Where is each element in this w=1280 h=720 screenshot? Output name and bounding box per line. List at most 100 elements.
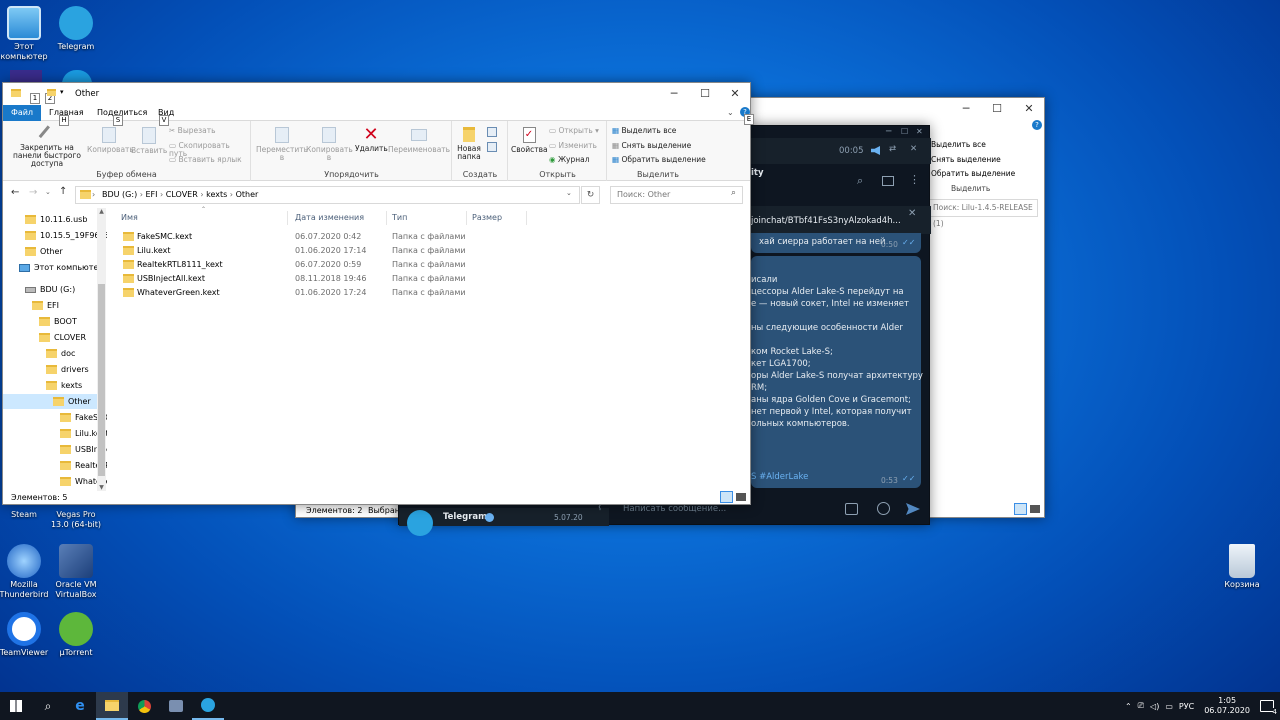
back-icon[interactable]: ← [11,187,19,198]
new-item-icon[interactable] [487,127,497,137]
nav-scrollbar[interactable]: ▲ ▼ [97,208,106,491]
qat-folder-icon[interactable] [47,88,60,98]
desktop-icon-vegas[interactable]: Vegas Pro 13.0 (64-bit) [48,510,104,530]
close-player-icon[interactable]: ✕ [910,144,917,154]
forward-icon[interactable]: → [29,187,37,198]
column-size[interactable]: Размер [472,213,502,222]
help-icon[interactable]: ? [1032,120,1042,130]
taskbar-explorer[interactable] [96,692,128,720]
search-icon[interactable]: ⌕ [857,174,863,188]
taskbar-edge[interactable]: e [64,692,96,720]
close-button[interactable]: ✕ [720,83,750,105]
details-view-icon[interactable] [1014,503,1027,515]
tiles-view-icon[interactable] [1030,505,1040,513]
search-input[interactable]: Поиск: Lilu-1.4.5-RELEASE (1) [928,199,1038,228]
minimize-button[interactable]: ─ [886,127,891,137]
post-hashtag[interactable]: S #AlderLake [751,472,808,482]
column-name[interactable]: Имя [121,213,138,222]
close-button[interactable]: ✕ [1014,98,1044,120]
scroll-down-icon[interactable]: ▼ [97,484,106,491]
repeat-icon[interactable]: ⇄ [889,144,896,154]
file-row[interactable]: Lilu.kext 01.06.2020 17:14 Папка с файлами [111,244,481,258]
pin-quick-access-button[interactable]: Закрепить на панели быстрого доступа [7,125,87,168]
desktop-icon-virtualbox[interactable]: Oracle VM VirtualBox [48,544,104,600]
recent-locations-icon[interactable]: ⌄ [45,188,51,196]
copy-to-button[interactable]: Копировать в [306,127,353,162]
desktop-icon-thunderbird[interactable]: Mozilla Thunderbird [0,544,52,600]
close-button[interactable]: ✕ [916,127,923,136]
breadcrumb-item[interactable]: BDU (G:) [102,190,137,199]
cut-button[interactable]: ✂ Вырезать [169,127,216,135]
breadcrumb-separator-icon[interactable]: › [158,190,166,199]
minimize-button[interactable]: ─ [659,83,689,105]
nav-item[interactable]: EFI [32,298,59,313]
maximize-button[interactable]: ☐ [690,83,720,105]
search-button[interactable]: ⌕ [32,692,64,720]
nav-item[interactable]: 10.11.6.usb [25,212,87,227]
column-type[interactable]: Тип [392,213,407,222]
address-dropdown-icon[interactable]: ⌄ [566,189,572,197]
maximize-button[interactable]: ☐ [982,98,1012,120]
tab-file[interactable]: Файл [3,105,41,121]
refresh-icon[interactable]: ↻ [581,186,600,204]
tiles-view-icon[interactable] [736,493,746,501]
sidebar-toggle-icon[interactable] [882,176,894,186]
navigation-pane[interactable]: 10.11.6.usb 10.15.5_19F96_5k Other Этот ком… [3,208,107,491]
breadcrumb-item[interactable]: Other [236,190,259,199]
column-divider[interactable] [466,211,467,225]
start-button[interactable] [0,692,32,720]
notification-icon[interactable]: 4 [1260,700,1277,716]
desktop-icon-telegram[interactable]: Telegram [48,6,104,52]
breadcrumb-item[interactable]: kexts [206,190,227,199]
delete-button[interactable]: ✕ Удалить [355,125,388,153]
file-list[interactable]: ⌃ Имя Дата изменения Тип Размер FakeSMC.… [111,206,748,491]
column-divider[interactable] [386,211,387,225]
scroll-up-icon[interactable]: ▲ [97,208,106,215]
select-all-button[interactable]: Выделить все [931,138,1015,153]
file-row[interactable]: RealtekRTL8111_kext 06.07.2020 0:59 Папка … [111,258,481,272]
breadcrumb-separator-icon[interactable]: › [227,190,235,199]
nav-item[interactable]: kexts [46,378,82,393]
edit-button[interactable]: ▭ Изменить [549,142,597,150]
network-icon[interactable]: ⎚ [1138,701,1144,711]
desktop-icon-this-pc[interactable]: Этот компьютер [0,6,52,62]
easy-access-icon[interactable] [487,142,497,152]
pinned-link[interactable]: joinchat/BTbf41FsS3nyAlzokad4h... [751,216,901,226]
breadcrumb-item[interactable]: EFI [145,190,157,199]
address-bar[interactable]: › BDU (G:) › EFI › CLOVER › kexts › Othe… [75,186,580,204]
minimize-button[interactable]: ─ [951,98,981,120]
nav-item[interactable]: Other [25,244,63,259]
message-input[interactable]: Написать сообщение... [623,504,726,514]
nav-item[interactable]: Other [3,394,97,409]
nav-item[interactable]: CLOVER [39,330,86,345]
details-view-icon[interactable] [720,491,733,503]
select-none-button[interactable]: ▦ Снять выделение [612,142,691,150]
desktop-icon-utorrent[interactable]: µTorrent [48,612,104,658]
nav-item[interactable]: Этот компьютер [19,260,103,275]
move-to-button[interactable]: Переместить в [256,127,308,162]
select-none-button[interactable]: Снять выделение [931,153,1015,168]
column-divider[interactable] [287,211,288,225]
commands-icon[interactable] [845,503,858,515]
properties-button[interactable]: ✓ Свойства [511,127,548,154]
close-pinned-icon[interactable]: ✕ [908,208,916,219]
expand-ribbon-icon[interactable]: ⌄ [727,108,734,117]
qat-dropdown-icon[interactable]: ▾ [60,88,64,96]
emoji-icon[interactable] [877,502,890,515]
maximize-button[interactable]: ☐ [901,127,908,136]
open-button[interactable]: ▭ Открыть ▾ [549,127,599,135]
column-divider[interactable] [526,211,527,225]
nav-item[interactable]: doc [46,346,75,361]
taskbar-chrome[interactable] [128,692,160,720]
history-button[interactable]: ◉ Журнал [549,156,590,164]
invert-selection-button[interactable]: Обратить выделение [931,167,1015,182]
app-tray-icon[interactable]: ▭ [1165,702,1173,711]
file-row[interactable]: WhateverGreen.kext 01.06.2020 17:24 Папка … [111,286,481,300]
taskbar-app[interactable] [160,692,192,720]
taskbar-telegram[interactable] [192,692,224,720]
breadcrumb-separator-icon[interactable]: › [198,190,206,199]
up-icon[interactable]: ↑ [59,186,67,197]
desktop-icon-recycle-bin[interactable]: Корзина [1214,544,1270,590]
nav-item[interactable]: BOOT [39,314,77,329]
language-indicator[interactable]: РУС [1179,702,1194,711]
